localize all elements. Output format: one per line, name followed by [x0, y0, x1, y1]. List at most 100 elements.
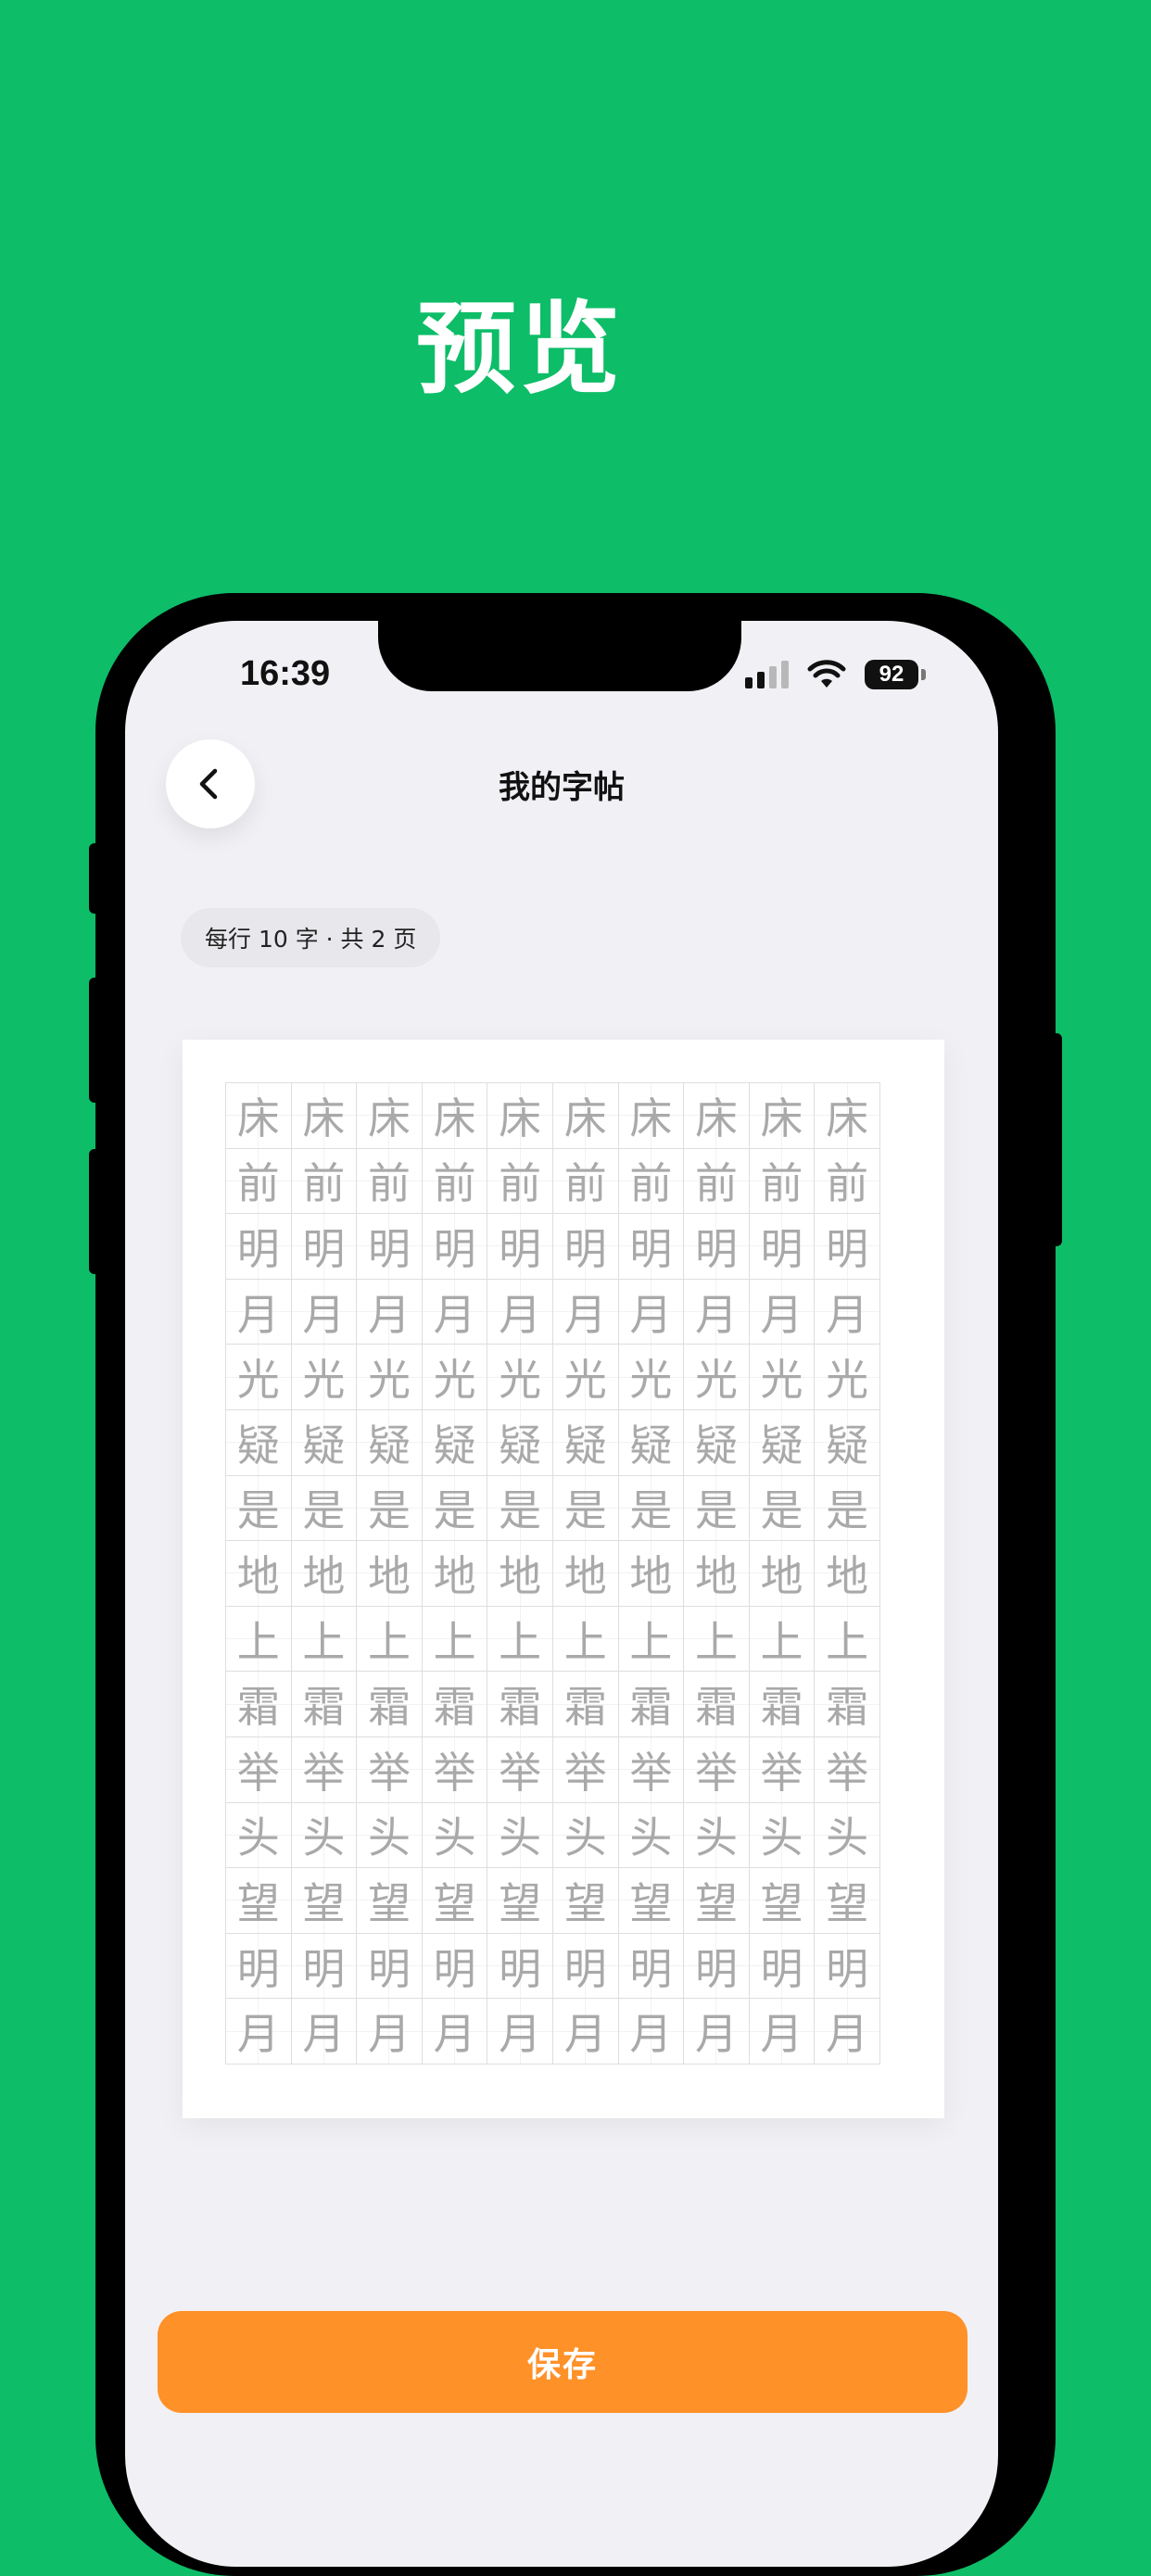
- grid-cell: 疑: [226, 1409, 292, 1476]
- grid-cell: 头: [749, 1802, 816, 1869]
- grid-cell: 上: [618, 1606, 685, 1673]
- grid-cell: 举: [357, 1736, 423, 1803]
- grid-cell: 疑: [815, 1409, 880, 1476]
- grid-cell: 疑: [357, 1409, 423, 1476]
- grid-cell: 明: [749, 1933, 816, 2000]
- phone-volume-up: [89, 978, 100, 1103]
- grid-cell: 望: [618, 1868, 685, 1934]
- grid-cell: 举: [749, 1736, 816, 1803]
- grid-cell: 望: [749, 1868, 816, 1934]
- grid-cell: 月: [226, 1279, 292, 1345]
- grid-cell: 上: [749, 1606, 816, 1673]
- grid-cell: 上: [422, 1606, 488, 1673]
- grid-cell: 霜: [357, 1672, 423, 1737]
- grid-cell: 床: [815, 1083, 880, 1149]
- grid-cell: 明: [684, 1933, 750, 2000]
- phone-screen: 16:39 92 我的字帖 每行 10 字 · 共 2 页 床床床床床床床床床床…: [125, 621, 998, 2567]
- grid-cell: 举: [552, 1736, 619, 1803]
- grid-cell: 光: [618, 1345, 685, 1410]
- grid-cell: 前: [291, 1148, 358, 1215]
- grid-cell: 明: [815, 1933, 880, 2000]
- grid-cell: 头: [552, 1802, 619, 1869]
- notch: [378, 621, 741, 691]
- grid-cell: 望: [291, 1868, 358, 1934]
- grid-cell: 床: [291, 1083, 358, 1149]
- grid-cell: 明: [226, 1214, 292, 1280]
- grid-cell: 霜: [552, 1672, 619, 1737]
- grid-cell: 头: [357, 1802, 423, 1869]
- battery-level: 92: [865, 660, 918, 689]
- grid-cell: 明: [618, 1933, 685, 2000]
- grid-cell: 上: [487, 1606, 553, 1673]
- page-title: 我的字帖: [499, 769, 625, 806]
- grid-cell: 光: [815, 1345, 880, 1410]
- grid-cell: 明: [749, 1214, 816, 1280]
- grid-cell: 望: [552, 1868, 619, 1934]
- grid-cell: 明: [226, 1933, 292, 2000]
- sheet-info-badge: 每行 10 字 · 共 2 页: [181, 908, 441, 967]
- grid-cell: 前: [749, 1148, 816, 1215]
- grid-cell: 举: [226, 1736, 292, 1803]
- grid-cell: 霜: [422, 1672, 488, 1737]
- grid-cell: 疑: [422, 1409, 488, 1476]
- grid-cell: 疑: [684, 1409, 750, 1476]
- grid-cell: 月: [487, 1999, 553, 2065]
- grid-cell: 光: [749, 1345, 816, 1410]
- save-button[interactable]: 保存: [158, 2311, 968, 2413]
- grid-cell: 上: [291, 1606, 358, 1673]
- grid-cell: 月: [226, 1999, 292, 2065]
- grid-cell: 明: [815, 1214, 880, 1280]
- grid-cell: 疑: [749, 1409, 816, 1476]
- grid-cell: 光: [552, 1345, 619, 1410]
- phone-power-button: [1051, 1033, 1062, 1246]
- grid-cell: 光: [487, 1345, 553, 1410]
- grid-cell: 霜: [291, 1672, 358, 1737]
- grid-cell: 月: [291, 1999, 358, 2065]
- grid-cell: 光: [422, 1345, 488, 1410]
- grid-cell: 明: [618, 1214, 685, 1280]
- grid-cell: 疑: [291, 1409, 358, 1476]
- grid-cell: 头: [815, 1802, 880, 1869]
- grid-cell: 上: [226, 1606, 292, 1673]
- grid-cell: 地: [487, 1541, 553, 1607]
- grid-cell: 月: [422, 1279, 488, 1345]
- grid-cell: 月: [487, 1279, 553, 1345]
- grid-cell: 床: [552, 1083, 619, 1149]
- grid-cell: 举: [422, 1736, 488, 1803]
- grid-cell: 明: [291, 1214, 358, 1280]
- grid-cell: 疑: [487, 1409, 553, 1476]
- grid-cell: 望: [815, 1868, 880, 1934]
- grid-cell: 前: [226, 1148, 292, 1215]
- grid-cell: 床: [618, 1083, 685, 1149]
- grid-cell: 明: [357, 1933, 423, 2000]
- grid-cell: 地: [291, 1541, 358, 1607]
- grid-cell: 光: [684, 1345, 750, 1410]
- grid-cell: 明: [291, 1933, 358, 2000]
- grid-cell: 头: [487, 1802, 553, 1869]
- grid-cell: 头: [226, 1802, 292, 1869]
- grid-cell: 明: [552, 1214, 619, 1280]
- wifi-icon: [807, 660, 846, 688]
- grid-cell: 举: [815, 1736, 880, 1803]
- grid-cell: 上: [815, 1606, 880, 1673]
- grid-cell: 月: [684, 1999, 750, 2065]
- grid-cell: 前: [357, 1148, 423, 1215]
- grid-cell: 地: [422, 1541, 488, 1607]
- grid-cell: 举: [487, 1736, 553, 1803]
- grid-cell: 头: [684, 1802, 750, 1869]
- grid-cell: 前: [684, 1148, 750, 1215]
- grid-cell: 上: [357, 1606, 423, 1673]
- grid-cell: 举: [684, 1736, 750, 1803]
- grid-cell: 明: [487, 1933, 553, 2000]
- grid-cell: 地: [226, 1541, 292, 1607]
- grid-cell: 是: [552, 1475, 619, 1542]
- grid-cell: 明: [357, 1214, 423, 1280]
- grid-cell: 床: [226, 1083, 292, 1149]
- grid-cell: 前: [815, 1148, 880, 1215]
- grid-cell: 霜: [487, 1672, 553, 1737]
- grid-cell: 上: [552, 1606, 619, 1673]
- grid-cell: 疑: [618, 1409, 685, 1476]
- grid-cell: 前: [552, 1148, 619, 1215]
- grid-cell: 月: [357, 1279, 423, 1345]
- grid-cell: 上: [684, 1606, 750, 1673]
